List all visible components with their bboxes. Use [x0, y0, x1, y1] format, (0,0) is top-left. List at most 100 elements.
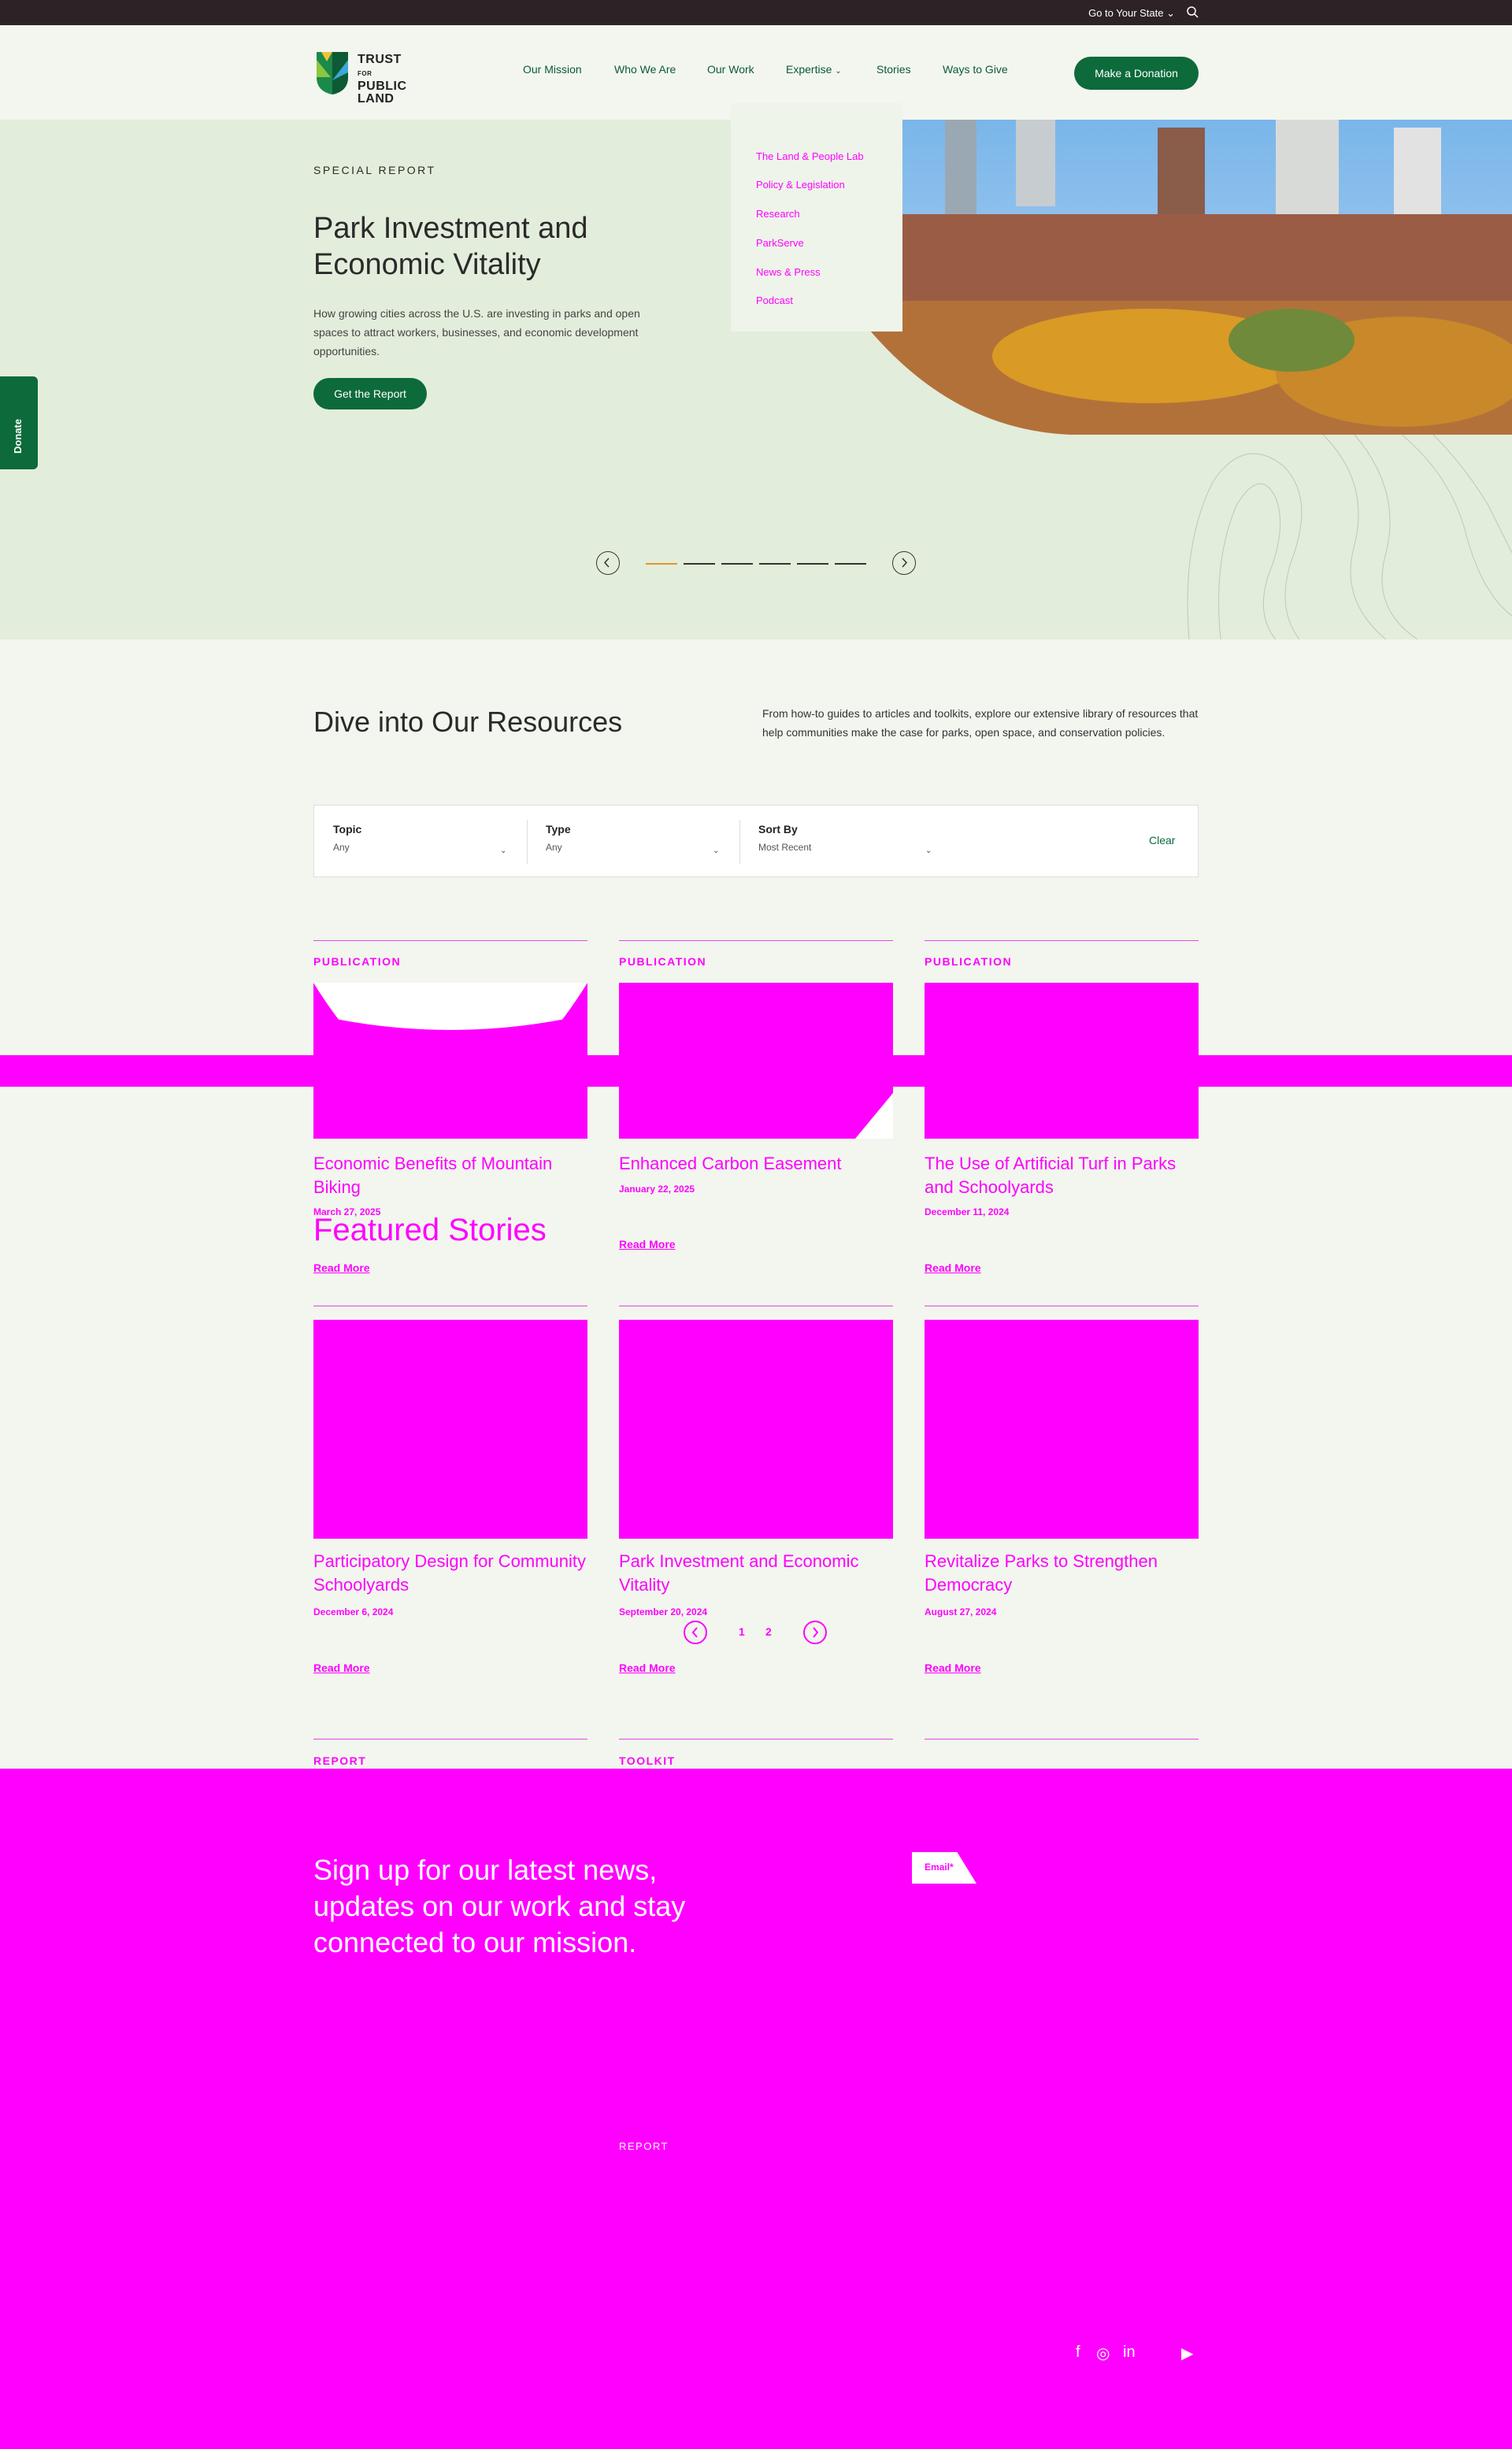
- read-more-link[interactable]: Read More: [619, 1238, 676, 1250]
- card-title[interactable]: Participatory Design for Community Schoo…: [313, 1550, 587, 1597]
- signup-title: Sign up for our latest news, updates on …: [313, 1854, 686, 1958]
- card-title[interactable]: Economic Benefits of Mountain Biking: [313, 1152, 587, 1199]
- hero-eyebrow: SPECIAL REPORT: [313, 164, 436, 176]
- card-date: December 11, 2024: [925, 1206, 1010, 1217]
- carousel-dot[interactable]: [835, 563, 866, 565]
- card-title[interactable]: The Use of Artificial Turf in Parks and …: [925, 1152, 1199, 1199]
- read-more-link[interactable]: Read More: [313, 1662, 370, 1674]
- chevron-right-icon: [813, 1627, 819, 1638]
- card-title[interactable]: Enhanced Carbon Easement: [619, 1152, 893, 1176]
- card-tag: PUBLICATION: [313, 955, 402, 968]
- side-donate-label: Donate: [12, 418, 24, 454]
- carousel-dot[interactable]: [684, 563, 715, 565]
- card-tag: TOOLKIT: [619, 1754, 676, 1767]
- card-tag: REPORT: [313, 1754, 367, 1767]
- page-2[interactable]: 2: [765, 1625, 772, 1638]
- logo[interactable]: TRUST FOR PUBLIC LAND: [313, 49, 408, 106]
- page-1[interactable]: 1: [739, 1625, 745, 1638]
- nav-who-we-are[interactable]: Who We Are: [614, 63, 676, 76]
- type-filter-value: Any: [546, 842, 562, 853]
- read-more-link[interactable]: Read More: [619, 1662, 676, 1674]
- card-tag: PUBLICATION: [619, 955, 707, 968]
- card-date: January 22, 2025: [619, 1184, 695, 1195]
- card-image[interactable]: [313, 1320, 587, 1539]
- chevron-left-icon: [691, 1627, 698, 1638]
- type-filter-label: Type: [546, 823, 571, 835]
- filter-divider: [527, 820, 528, 864]
- chevron-down-icon: ⌄: [713, 847, 720, 855]
- card-title[interactable]: Revitalize Parks to Strengthen Democracy: [925, 1550, 1199, 1597]
- brand-word-land: LAND: [358, 92, 395, 106]
- brand-word-for: FOR: [358, 70, 372, 77]
- resource-filters: Topic Any ⌄ Type Any ⌄ Sort By Most Rece…: [313, 805, 1199, 877]
- dropdown-item[interactable]: Podcast: [756, 295, 793, 306]
- featured-stories-title: Featured Stories: [313, 1213, 547, 1247]
- hero-description: How growing cities across the U.S. are i…: [313, 307, 640, 358]
- topographic-pattern: [1187, 435, 1512, 639]
- linkedin-icon[interactable]: in: [1123, 2343, 1136, 2362]
- carousel-dot[interactable]: [797, 563, 828, 565]
- carousel-next-button[interactable]: [892, 551, 916, 575]
- carousel-prev-button[interactable]: [596, 551, 620, 575]
- email-field[interactable]: Email*: [912, 1852, 976, 1884]
- filter-divider: [739, 820, 740, 864]
- facebook-icon[interactable]: f: [1076, 2343, 1080, 2362]
- chevron-right-icon: [902, 558, 908, 568]
- brand-word-trust: TRUST: [358, 53, 402, 66]
- dropdown-item[interactable]: Policy & Legislation: [756, 179, 845, 191]
- resources-description: From how-to guides to articles and toolk…: [762, 707, 1199, 739]
- topic-filter[interactable]: Topic Any ⌄: [333, 823, 519, 861]
- card-divider: [313, 940, 587, 941]
- footer-report-tag: REPORT: [619, 2140, 669, 2152]
- type-filter[interactable]: Type Any ⌄: [546, 823, 732, 861]
- carousel-dot[interactable]: [721, 563, 753, 565]
- card-date: August 27, 2024: [925, 1606, 997, 1617]
- topic-filter-label: Topic: [333, 823, 362, 835]
- state-selector[interactable]: Go to Your State ⌄: [1088, 7, 1175, 20]
- card-date: December 6, 2024: [313, 1606, 394, 1617]
- card-image[interactable]: [619, 1320, 893, 1539]
- instagram-icon[interactable]: ◎: [1096, 2343, 1110, 2363]
- hero-title: Park Investment and Economic Vitality: [313, 212, 588, 281]
- card-image[interactable]: [925, 1320, 1199, 1539]
- clear-filters-button[interactable]: Clear: [1149, 834, 1175, 847]
- sort-filter[interactable]: Sort By Most Recent ⌄: [758, 823, 944, 861]
- expertise-dropdown-menu: The Land & People Lab Policy & Legislati…: [731, 103, 902, 332]
- chevron-down-icon: ⌄: [500, 847, 507, 855]
- make-donation-button[interactable]: Make a Donation: [1074, 57, 1199, 90]
- nav-expertise-label: Expertise: [786, 63, 832, 76]
- pager-next-button[interactable]: [803, 1621, 827, 1644]
- read-more-link[interactable]: Read More: [925, 1662, 981, 1674]
- resources-title: Dive into Our Resources: [313, 706, 623, 738]
- card-title[interactable]: Park Investment and Economic Vitality: [619, 1550, 893, 1597]
- magenta-band: [0, 1055, 1512, 1087]
- read-more-link[interactable]: Read More: [925, 2422, 981, 2435]
- chevron-down-icon: ⌄: [835, 67, 842, 76]
- nav-expertise[interactable]: Expertise ⌄: [786, 63, 842, 76]
- chevron-down-icon: ⌄: [925, 847, 932, 855]
- pager-prev-button[interactable]: [684, 1621, 707, 1644]
- nav-our-work[interactable]: Our Work: [707, 63, 754, 76]
- card-divider: [619, 940, 893, 941]
- state-selector-label: Go to Your State: [1088, 7, 1164, 19]
- logo-mark-icon: [317, 52, 348, 94]
- dropdown-item[interactable]: ParkServe: [756, 237, 804, 249]
- nav-ways-to-give[interactable]: Ways to Give: [943, 63, 1008, 76]
- read-more-link[interactable]: Read More: [925, 1262, 981, 1274]
- card-divider: [925, 940, 1199, 941]
- nav-stories[interactable]: Stories: [876, 63, 911, 76]
- card-tag: PUBLICATION: [925, 955, 1013, 968]
- newsletter-signup: Sign up for our latest news, updates on …: [0, 1769, 1512, 2449]
- youtube-icon[interactable]: ▶: [1181, 2343, 1193, 2363]
- brand-word-public: PUBLIC: [358, 80, 407, 93]
- get-report-button[interactable]: Get the Report: [313, 378, 427, 409]
- dropdown-item[interactable]: Research: [756, 208, 800, 220]
- side-donate-tab[interactable]: Donate: [0, 376, 38, 469]
- carousel-dot[interactable]: [759, 563, 791, 565]
- search-icon[interactable]: [1186, 6, 1199, 18]
- read-more-link[interactable]: Read More: [313, 1262, 370, 1274]
- dropdown-item[interactable]: The Land & People Lab: [756, 150, 864, 162]
- nav-our-mission[interactable]: Our Mission: [523, 63, 582, 76]
- dropdown-item[interactable]: News & Press: [756, 266, 821, 278]
- carousel-dot-active[interactable]: [646, 563, 677, 565]
